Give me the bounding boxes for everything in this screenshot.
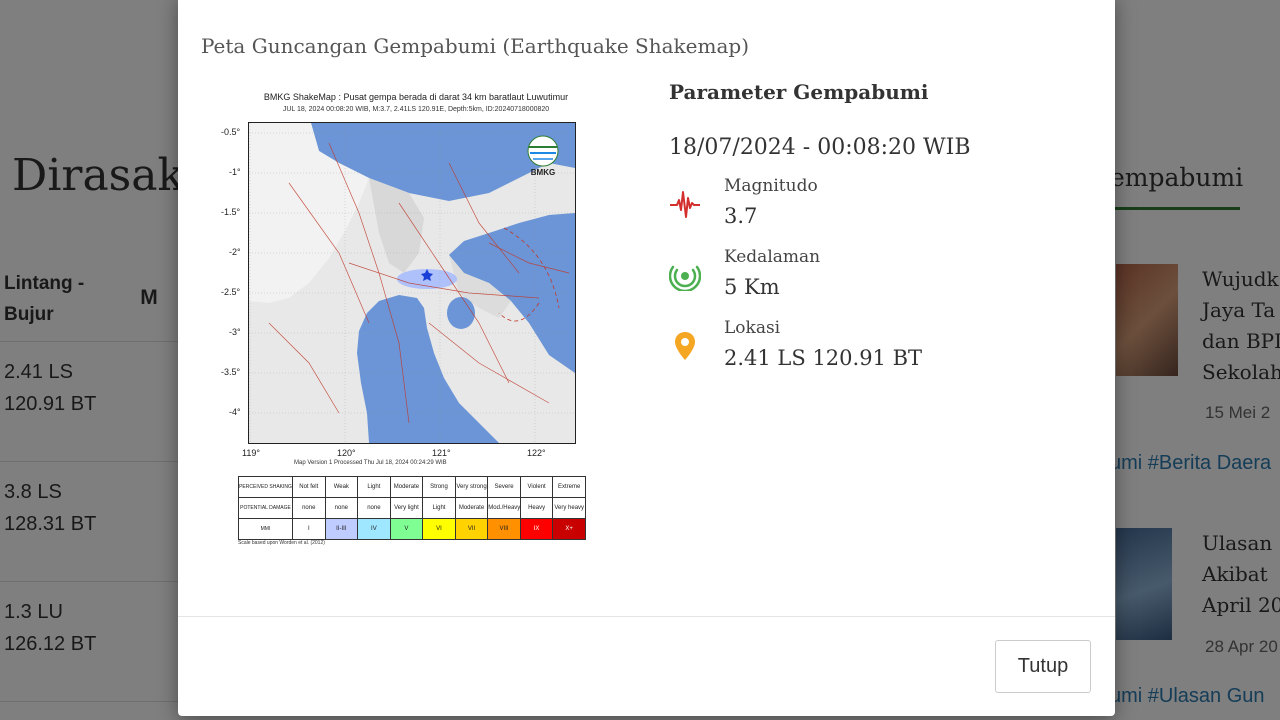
y-tick-label: -2.5° [221,287,241,297]
legend-cell: Severe [487,476,521,498]
legend-mmi-cell: VIII [487,518,521,540]
x-tick-label: 121° [432,448,451,458]
depth-value: 5 Km [724,275,780,299]
legend-cell: Very heavy [552,497,586,519]
shakemap-modal: Peta Guncangan Gempabumi (Earthquake Sha… [178,0,1115,716]
legend-cell: none [292,497,326,519]
legend-footnote: Scale based upon Worden et al. (2012) [238,540,325,546]
location-value: 2.41 LS 120.91 BT [724,346,923,370]
legend-header: MMI [238,518,293,540]
shakemap-subtitle: JUL 18, 2024 00:08:20 WIB, M:3.7, 2.41LS… [282,106,550,113]
bmkg-logo-text: BMKG [531,168,555,177]
legend-cell: none [324,497,359,519]
legend-cell: none [357,497,391,519]
legend-cell: Light [422,497,456,519]
legend-mmi-cell: VI [422,518,456,540]
shakemap-version-note: Map Version 1 Processed Thu Jul 18, 2024… [294,460,447,466]
legend-row-damage: POTENTIAL DAMAGE none none none Very lig… [238,497,586,519]
legend-row-shaking: PERCEIVED SHAKING Not felt Weak Light Mo… [238,476,586,498]
depth-rings-icon [669,265,701,291]
legend-mmi-cell: V [389,518,424,540]
x-tick-label: 119° [242,448,260,458]
legend-cell: Very light [389,497,424,519]
shakemap-image: BMKG ShakeMap : Pusat gempa berada di da… [221,92,596,550]
legend-cell: Moderate [454,497,489,519]
legend-cell: Violent [519,476,554,498]
magnitude-label: Magnitudo [724,176,818,196]
map-pin-icon [675,332,695,360]
seismograph-icon [670,191,700,218]
shakemap-map: BMKG -0.5° -1° -1.5° -2° -2.5° -3° -3.5°… [221,122,576,444]
mmi-legend: PERCEIVED SHAKING Not felt Weak Light Mo… [238,476,586,540]
bmkg-logo: BMKG [527,135,559,177]
legend-mmi-cell: VII [454,518,489,540]
y-tick-label: -0.5° [221,127,241,137]
legend-cell: Light [357,476,391,498]
legend-cell: Weak [324,476,359,498]
legend-header: POTENTIAL DAMAGE [238,497,293,519]
param-depth: Kedalaman 5 Km [669,247,1089,311]
y-tick-label: -2° [229,247,241,257]
x-tick-label: 120° [337,448,356,458]
event-datetime: 18/07/2024 - 00:08:20 WIB [669,135,971,160]
legend-cell: Not felt [292,476,326,498]
y-tick-label: -4° [229,407,241,417]
param-magnitude: Magnitudo 3.7 [669,176,1089,240]
location-label: Lokasi [724,318,781,338]
legend-mmi-cell: IV [357,518,391,540]
y-tick-label: -1° [229,167,241,177]
params-title: Parameter Gempabumi [669,80,929,104]
magnitude-value: 3.7 [724,204,758,228]
legend-cell: Very strong [454,476,489,498]
depth-label: Kedalaman [724,247,821,267]
x-tick-label: 122° [527,448,546,458]
legend-cell: Moderate [389,476,424,498]
modal-title: Peta Guncangan Gempabumi (Earthquake Sha… [201,34,750,58]
y-tick-label: -1.5° [221,207,241,217]
legend-cell: Heavy [519,497,554,519]
legend-cell: Mod./Heavy [487,497,521,519]
legend-mmi-cell: X+ [552,518,586,540]
param-location: Lokasi 2.41 LS 120.91 BT [669,318,1089,382]
legend-mmi-cell: II-III [324,518,359,540]
legend-mmi-cell: IX [519,518,554,540]
legend-row-mmi: MMI I II-III IV V VI VII VIII IX X+ [238,518,586,540]
legend-mmi-cell: I [292,518,326,540]
y-tick-label: -3.5° [221,367,241,377]
y-tick-label: -3° [229,327,241,337]
legend-cell: Strong [422,476,456,498]
close-button[interactable]: Tutup [995,640,1091,693]
legend-cell: Extreme [552,476,586,498]
shakemap-title: BMKG ShakeMap : Pusat gempa berada di da… [263,92,569,102]
sulawesi-map-graphic: BMKG [249,123,575,443]
legend-header: PERCEIVED SHAKING [238,476,293,498]
modal-footer-divider [178,616,1115,617]
